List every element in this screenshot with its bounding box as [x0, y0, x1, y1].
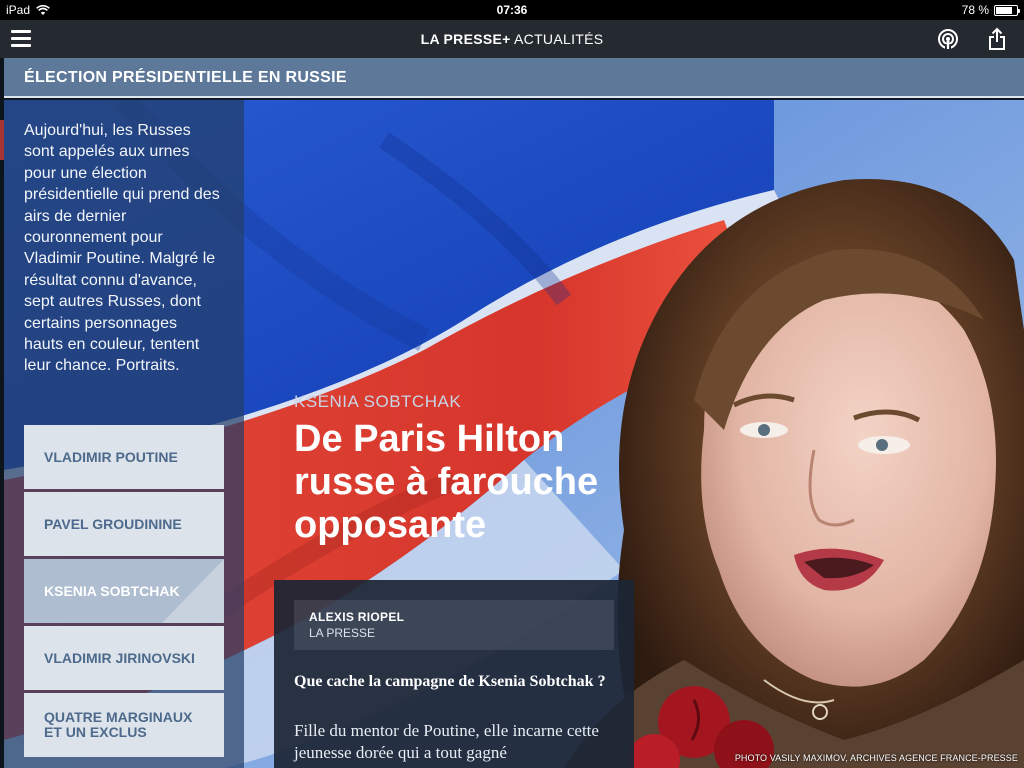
sidebar-intro: Aujourd'hui, les Russes sont appelés aux…	[24, 122, 220, 375]
nav-item-label: PAVEL GROUDININE	[44, 515, 182, 532]
brand-section: ACTUALITÉS	[514, 31, 604, 47]
section-banner: ÉLECTION PRÉSIDENTIELLE EN RUSSIE	[4, 58, 1024, 98]
article-card[interactable]: ALEXIS RIOPEL LA PRESSE Que cache la cam…	[274, 580, 634, 768]
author-name: ALEXIS RIOPEL	[309, 610, 405, 624]
nav-item-vladimir-jirinovski[interactable]: VLADIMIR JIRINOVSKI	[24, 626, 224, 690]
status-bar: iPad 07:36 78 %	[0, 0, 1024, 20]
battery-icon	[994, 4, 1020, 16]
app-brand: LA PRESSE+ ACTUALITÉS	[0, 31, 1024, 47]
share-icon[interactable]	[986, 27, 1008, 51]
battery-level	[996, 6, 1012, 14]
nav-item-label: VLADIMIR POUTINE	[44, 448, 178, 465]
nav-item-pavel-groudinine[interactable]: PAVEL GROUDININE	[24, 492, 224, 556]
byline: ALEXIS RIOPEL LA PRESSE	[294, 600, 614, 650]
section-title: ÉLECTION PRÉSIDENTIELLE EN RUSSIE	[24, 69, 347, 86]
battery-percent: 78 %	[961, 3, 989, 17]
article-headline: De Paris Hilton russe à farouche opposan…	[294, 418, 599, 546]
nav-item-label: KSENIA SOBTCHAK	[44, 582, 180, 599]
sidebar: Aujourd'hui, les Russes sont appelés aux…	[4, 100, 244, 768]
photo-credit: PHOTO VASILY MAXIMOV, ARCHIVES AGENCE FR…	[734, 753, 1018, 763]
podcast-icon[interactable]	[937, 28, 959, 50]
nav-item-label: QUATRE MARGINAUX ET UN EXCLUS	[44, 709, 193, 740]
status-right: 78 %	[961, 3, 1020, 17]
article-lede: Fille du mentor de Poutine, elle incarne…	[294, 721, 599, 762]
app-nav-bar: LA PRESSE+ ACTUALITÉS	[0, 20, 1024, 58]
article-question: Que cache la campagne de Ksenia Sobtchak…	[294, 673, 606, 690]
nav-item-vladimir-poutine[interactable]: VLADIMIR POUTINE	[24, 425, 224, 489]
brand-name: LA PRESSE+	[420, 31, 511, 47]
clock: 07:36	[496, 3, 528, 17]
nav-item-ksenia-sobtchak[interactable]: KSENIA SOBTCHAK	[24, 559, 224, 623]
nav-item-label: VLADIMIR JIRINOVSKI	[44, 649, 195, 666]
author-outlet: LA PRESSE	[309, 626, 376, 640]
nav-item-quatre-marginaux[interactable]: QUATRE MARGINAUX ET UN EXCLUS	[24, 693, 224, 757]
article-kicker: KSENIA SOBTCHAK	[294, 392, 462, 411]
